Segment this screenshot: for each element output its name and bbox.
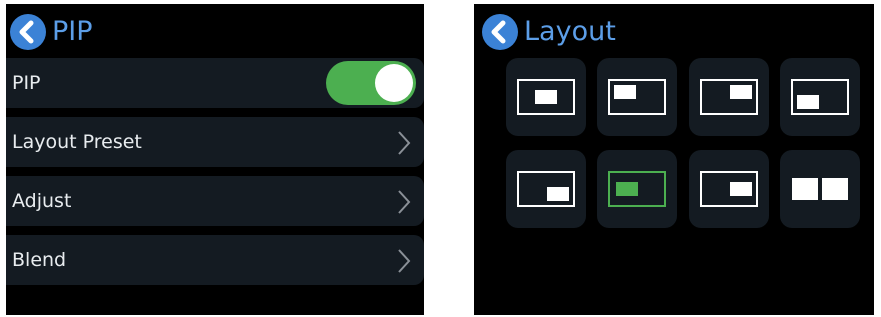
menu-item-layout-preset[interactable]: Layout Preset: [6, 117, 424, 167]
menu-item-label: PIP: [12, 72, 41, 94]
pip-bottom-right-icon: [517, 171, 575, 207]
layout-preset-center[interactable]: [506, 58, 586, 136]
pip-top-right-icon: [700, 79, 758, 115]
pip-bottom-left-icon: [791, 79, 849, 115]
pip-center-selected-icon: [608, 171, 666, 207]
toggle-knob: [375, 64, 413, 102]
page-title: PIP: [52, 16, 93, 47]
layout-preset-bottom-right[interactable]: [506, 150, 586, 228]
pip-right-icon: [700, 171, 758, 207]
menu-item-label: Layout Preset: [12, 131, 142, 153]
pip-top-left-icon: [608, 79, 666, 115]
chevron-right-icon: [398, 131, 411, 155]
layout-preset-side-by-side[interactable]: [780, 150, 860, 228]
layout-header: Layout: [482, 12, 616, 52]
chevron-left-icon: [19, 20, 34, 44]
pip-center-icon: [517, 79, 575, 115]
layout-preset-center-selected[interactable]: [597, 150, 677, 228]
page-title: Layout: [524, 16, 616, 47]
menu-item-blend[interactable]: Blend: [6, 235, 424, 285]
menu-item-label: Adjust: [12, 190, 72, 212]
chevron-right-icon: [398, 249, 411, 273]
layout-panel: Layout: [474, 4, 874, 315]
pip-header: PIP: [10, 12, 93, 52]
back-button[interactable]: [482, 14, 518, 50]
pip-side-by-side-icon: [792, 178, 848, 200]
menu-item-label: Blend: [12, 249, 67, 271]
menu-item-pip: PIP: [6, 58, 424, 108]
layout-preset-right[interactable]: [689, 150, 769, 228]
layout-preset-top-right[interactable]: [689, 58, 769, 136]
menu-item-adjust[interactable]: Adjust: [6, 176, 424, 226]
back-button[interactable]: [10, 14, 46, 50]
chevron-right-icon: [398, 190, 411, 214]
pip-toggle[interactable]: [326, 61, 416, 105]
layout-preset-bottom-left[interactable]: [780, 58, 860, 136]
pip-panel: PIP PIP Layout Preset Adjust Blend: [6, 4, 424, 315]
layout-preset-top-left[interactable]: [597, 58, 677, 136]
chevron-left-icon: [491, 20, 506, 44]
